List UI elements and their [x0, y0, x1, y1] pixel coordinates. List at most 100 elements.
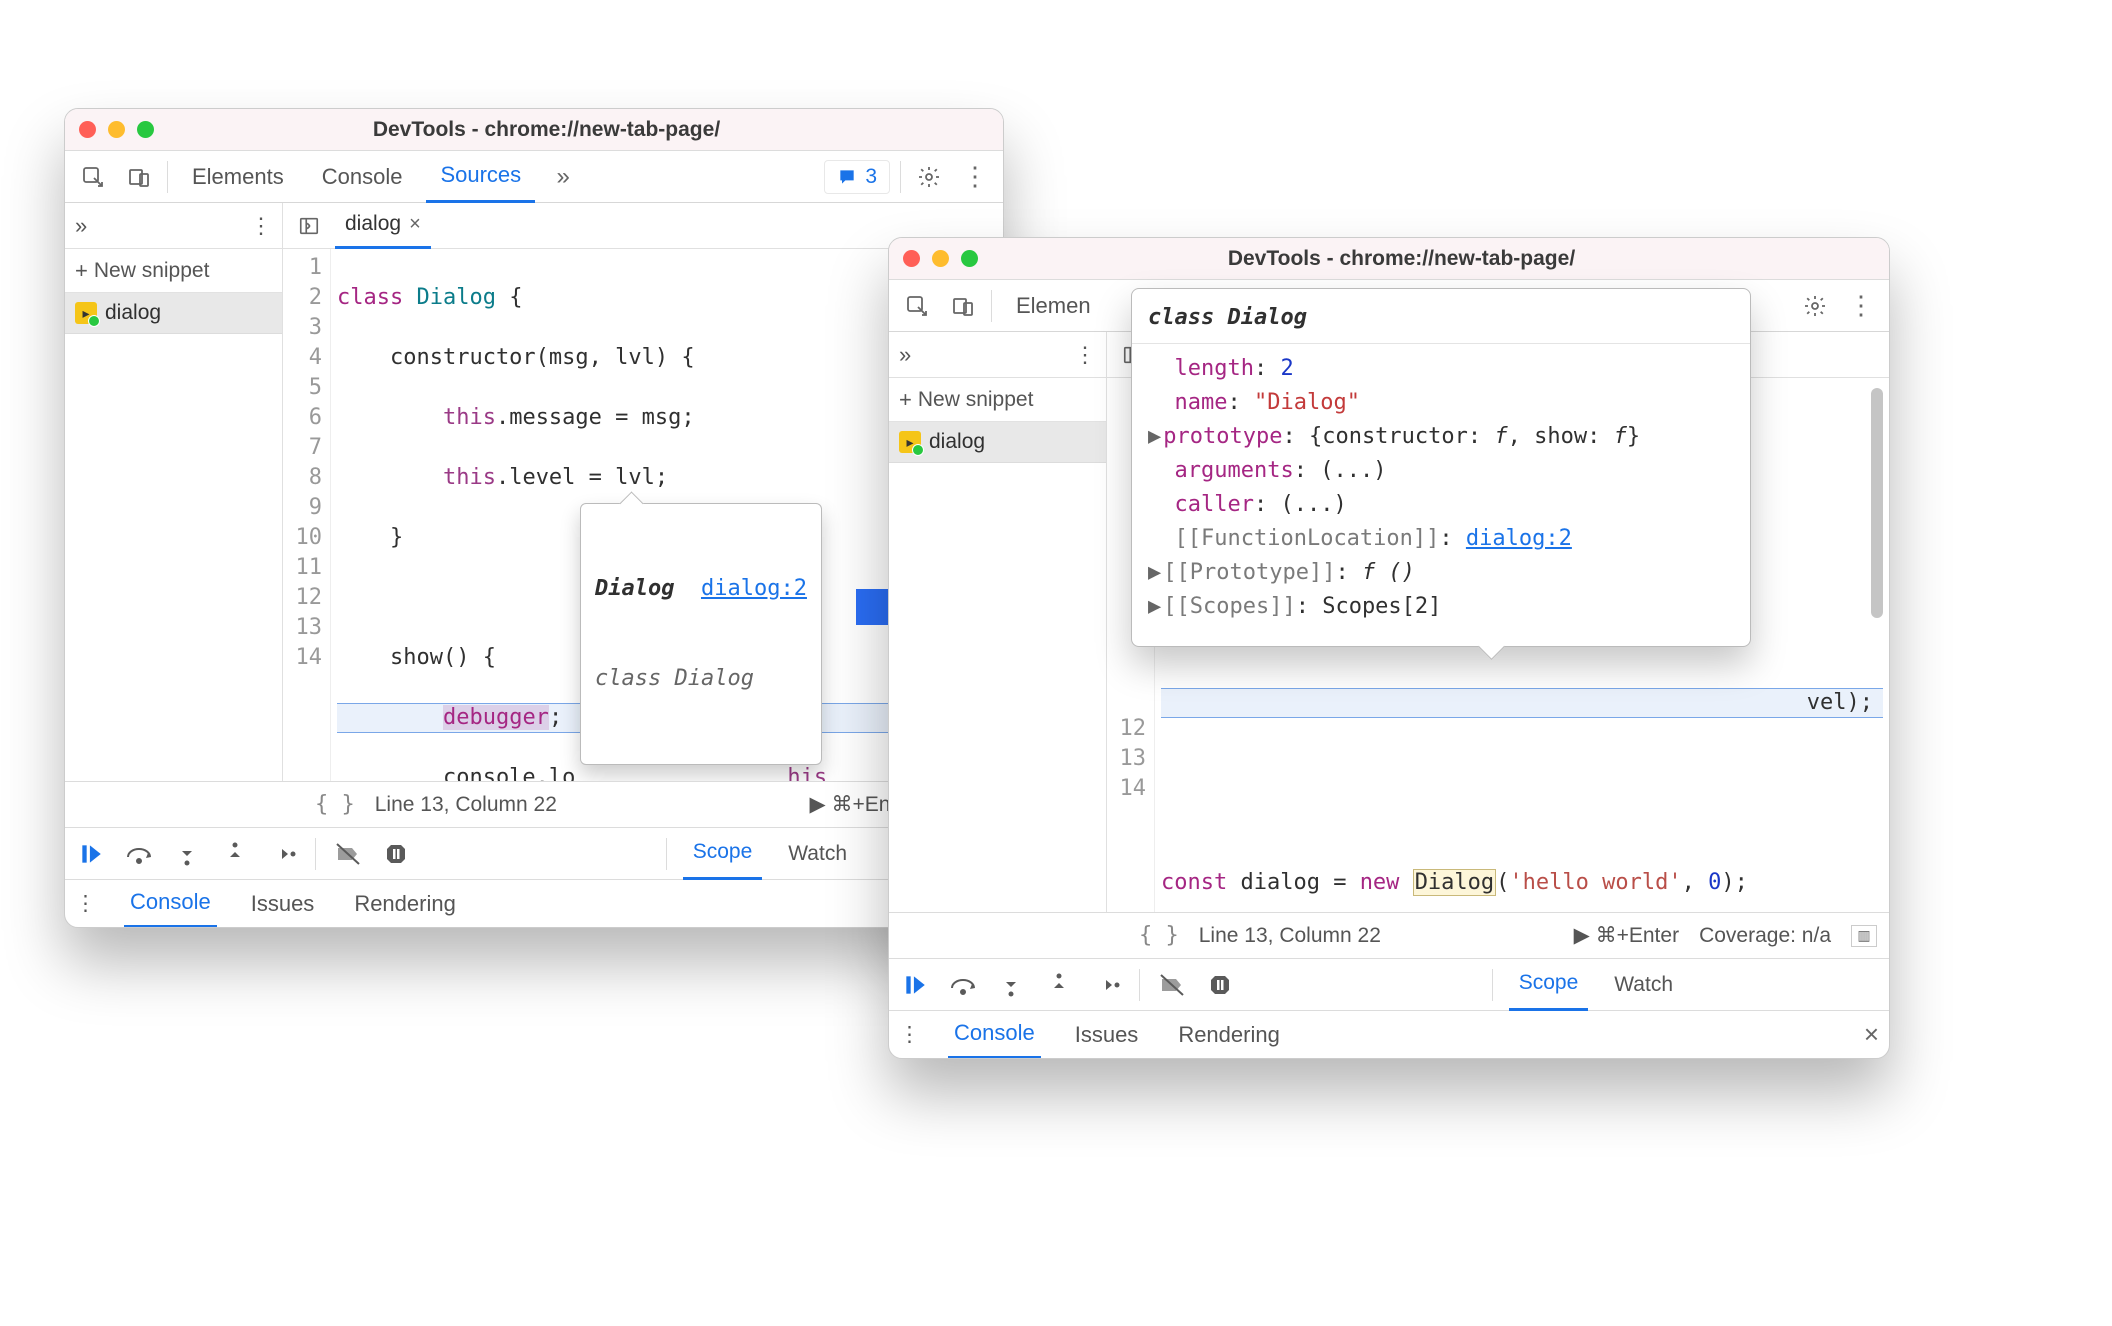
traffic-lights[interactable]: [79, 121, 154, 138]
pane-tab-watch[interactable]: Watch: [778, 828, 857, 880]
step-out-icon[interactable]: [219, 838, 251, 870]
nav-more-icon[interactable]: ⋮: [1074, 342, 1096, 368]
pane-tab-scope[interactable]: Scope: [1509, 959, 1589, 1011]
expand-icon[interactable]: ▶: [1148, 594, 1161, 619]
deactivate-breakpoints-icon[interactable]: [1156, 969, 1188, 1001]
expand-icon[interactable]: ▶: [1148, 560, 1161, 585]
step-over-icon[interactable]: [123, 838, 155, 870]
more-menu-icon[interactable]: ⋮: [957, 159, 993, 195]
run-shortcut[interactable]: ▶ ⌘+Enter: [1574, 923, 1679, 948]
drawer: ⋮ Console Issues Rendering: [65, 879, 1003, 927]
pane-tab-scope[interactable]: Scope: [683, 828, 763, 880]
nav-chevron-icon[interactable]: »: [899, 342, 911, 368]
drawer-tab-console[interactable]: Console: [948, 1011, 1041, 1059]
step-into-icon[interactable]: [995, 969, 1027, 1001]
sidebar-file-dialog[interactable]: ▸ dialog: [889, 422, 1106, 463]
plus-icon: +: [75, 258, 88, 284]
titlebar: DevTools - chrome://new-tab-page/: [889, 238, 1889, 280]
new-snippet-label: New snippet: [94, 259, 210, 283]
snippets-sidebar: + New snippet ▸ dialog: [889, 378, 1107, 912]
inspect-icon[interactable]: [75, 159, 111, 195]
popup-class-name: Dialog: [595, 576, 674, 601]
debugger-toolbar: Scope Watch: [65, 827, 1003, 879]
more-tabs-chevron-icon[interactable]: »: [545, 159, 581, 195]
drawer-more-icon[interactable]: ⋮: [75, 891, 96, 916]
drawer-tab-rendering[interactable]: Rendering: [348, 880, 462, 928]
sidebar-file-label: dialog: [105, 301, 161, 325]
cursor-position: Line 13, Column 22: [1199, 924, 1381, 948]
pretty-print-icon[interactable]: { }: [1139, 923, 1179, 948]
step-icon[interactable]: [1091, 969, 1123, 1001]
debugger-toggle-icon[interactable]: ▥: [1851, 925, 1877, 947]
drawer-tab-issues[interactable]: Issues: [245, 880, 321, 928]
scrollbar-thumb[interactable]: [1871, 388, 1883, 618]
close-window-icon[interactable]: [903, 250, 920, 267]
device-toolbar-icon[interactable]: [121, 159, 157, 195]
tab-elements[interactable]: Elements: [178, 151, 298, 203]
devtools-window-2: DevTools - chrome://new-tab-page/ Elemen…: [888, 237, 1890, 1059]
navigator-toggle-icon[interactable]: [291, 208, 327, 244]
debugger-toolbar: Scope Watch: [889, 958, 1889, 1010]
tab-sources[interactable]: Sources: [426, 151, 535, 203]
file-tab-label: dialog: [345, 212, 401, 236]
snippet-file-icon: ▸: [75, 302, 97, 324]
sidebar-file-label: dialog: [929, 430, 985, 454]
divider: [167, 161, 168, 193]
close-window-icon[interactable]: [79, 121, 96, 138]
nav-more-icon[interactable]: ⋮: [250, 213, 272, 239]
settings-gear-icon[interactable]: [1797, 288, 1833, 324]
traffic-lights[interactable]: [903, 250, 978, 267]
divider: [666, 838, 667, 870]
step-over-icon[interactable]: [947, 969, 979, 1001]
nav-chevron-icon[interactable]: »: [75, 213, 87, 239]
expand-icon[interactable]: ▶: [1148, 424, 1161, 449]
issues-badge[interactable]: 3: [824, 160, 890, 194]
maximize-window-icon[interactable]: [137, 121, 154, 138]
divider: [1492, 969, 1493, 1001]
sidebar-file-dialog[interactable]: ▸ dialog: [65, 293, 282, 334]
pane-tab-watch[interactable]: Watch: [1604, 959, 1683, 1011]
drawer: ⋮ Console Issues Rendering ×: [889, 1010, 1889, 1058]
pretty-print-icon[interactable]: { }: [315, 792, 355, 817]
step-icon[interactable]: [267, 838, 299, 870]
main-tabs: Elements Console Sources » 3 ⋮: [65, 151, 1003, 203]
drawer-tab-console[interactable]: Console: [124, 880, 217, 928]
pause-exceptions-icon[interactable]: [1204, 969, 1236, 1001]
maximize-window-icon[interactable]: [961, 250, 978, 267]
file-tab-dialog[interactable]: dialog ×: [335, 203, 431, 249]
tab-elements[interactable]: Elemen: [1002, 280, 1105, 332]
snippet-file-icon: ▸: [899, 431, 921, 453]
drawer-close-icon[interactable]: ×: [1864, 1019, 1879, 1050]
snippets-sidebar: + New snippet ▸ dialog: [65, 249, 283, 781]
cursor-position: Line 13, Column 22: [375, 793, 557, 817]
step-into-icon[interactable]: [171, 838, 203, 870]
function-location-link[interactable]: dialog:2: [1466, 526, 1572, 551]
settings-gear-icon[interactable]: [911, 159, 947, 195]
step-out-icon[interactable]: [1043, 969, 1075, 1001]
hovered-token-dialog[interactable]: Dialog: [1413, 869, 1496, 896]
resume-icon[interactable]: [899, 969, 931, 1001]
new-snippet-label: New snippet: [918, 388, 1034, 412]
pause-exceptions-icon[interactable]: [380, 838, 412, 870]
drawer-more-icon[interactable]: ⋮: [899, 1022, 920, 1047]
divider: [900, 161, 901, 193]
drawer-tab-issues[interactable]: Issues: [1069, 1011, 1145, 1059]
window-title: DevTools - chrome://new-tab-page/: [978, 247, 1875, 271]
deactivate-breakpoints-icon[interactable]: [332, 838, 364, 870]
hover-popup-large[interactable]: class Dialog length: 2 name: "Dialog" ▶p…: [1131, 288, 1751, 647]
popup-source-link[interactable]: dialog:2: [701, 576, 807, 601]
drawer-tab-rendering[interactable]: Rendering: [1172, 1011, 1286, 1059]
new-snippet-button[interactable]: + New snippet: [65, 249, 282, 293]
editor-status-bar: { } Line 13, Column 22 ▶ ⌘+Enter Cover: [65, 781, 1003, 827]
device-toolbar-icon[interactable]: [945, 288, 981, 324]
tab-console[interactable]: Console: [308, 151, 417, 203]
inspect-icon[interactable]: [899, 288, 935, 324]
more-menu-icon[interactable]: ⋮: [1843, 288, 1879, 324]
close-tab-icon[interactable]: ×: [409, 213, 421, 236]
resume-icon[interactable]: [75, 838, 107, 870]
minimize-window-icon[interactable]: [932, 250, 949, 267]
minimize-window-icon[interactable]: [108, 121, 125, 138]
new-snippet-button[interactable]: + New snippet: [889, 378, 1106, 422]
line-gutter[interactable]: 1234567891011121314: [283, 249, 331, 781]
plus-icon: +: [899, 387, 912, 413]
